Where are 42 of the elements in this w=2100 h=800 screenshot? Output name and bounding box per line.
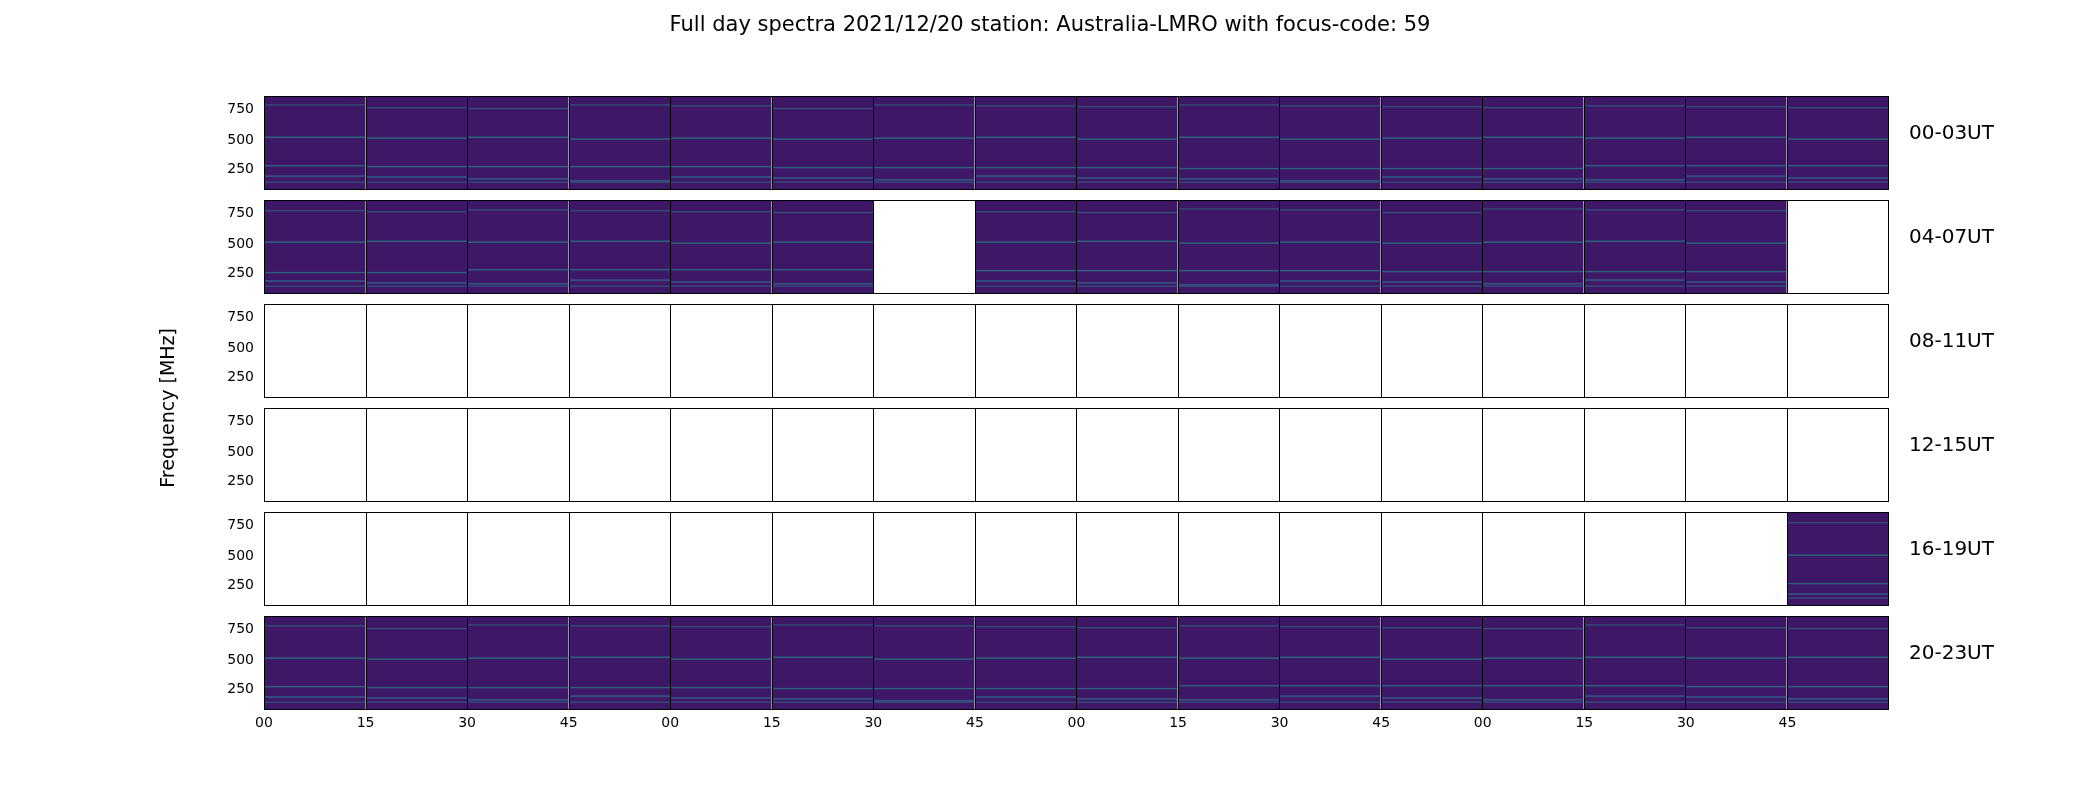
x-tick-label: 00 bbox=[1473, 714, 1492, 730]
y-tick-label: 250 bbox=[227, 577, 254, 592]
figure-title: Full day spectra 2021/12/20 station: Australia-LMRO with focus-code: 59 bbox=[668, 11, 1432, 38]
x-tick-label: 00 bbox=[661, 714, 680, 730]
x-tick-label: 15 bbox=[356, 714, 375, 730]
x-tick-label: 30 bbox=[458, 714, 477, 730]
x-tick-label: 30 bbox=[1676, 714, 1695, 730]
y-tick-label: 250 bbox=[227, 161, 254, 176]
time-range-label: 20-23UT bbox=[1908, 640, 1994, 664]
time-range-label: 08-11UT bbox=[1908, 328, 1994, 352]
time-range-label: 16-19UT bbox=[1908, 536, 1994, 560]
x-tick-label: 15 bbox=[1575, 714, 1594, 730]
x-tick-label: 45 bbox=[559, 714, 578, 730]
y-tick-label: 500 bbox=[227, 444, 254, 459]
x-tick-label: 15 bbox=[762, 714, 781, 730]
time-range-label: 00-03UT bbox=[1908, 120, 1994, 144]
y-tick-label: 250 bbox=[227, 265, 254, 280]
x-tick-label: 45 bbox=[966, 714, 984, 730]
y-tick-label: 500 bbox=[227, 652, 254, 667]
y-tick-label: 500 bbox=[227, 132, 254, 147]
time-range-label: 04-07UT bbox=[1908, 224, 1994, 248]
x-tick-label: 00 bbox=[1067, 714, 1086, 730]
y-tick-label: 750 bbox=[227, 621, 254, 636]
y-tick-label: 500 bbox=[227, 236, 254, 251]
y-tick-label: 250 bbox=[227, 681, 254, 696]
x-tick-label: 00 bbox=[255, 714, 273, 730]
y-tick-label: 750 bbox=[227, 309, 254, 324]
y-tick-label: 250 bbox=[227, 473, 254, 488]
y-tick-label: 750 bbox=[227, 101, 254, 116]
x-tick-label: 30 bbox=[1270, 714, 1289, 730]
y-axis-label: Frequency [MHz] bbox=[156, 328, 178, 488]
x-tick-label: 30 bbox=[864, 714, 883, 730]
y-tick-label: 500 bbox=[227, 548, 254, 563]
y-tick-label: 250 bbox=[227, 369, 254, 384]
x-tick-label: 15 bbox=[1169, 714, 1187, 730]
y-tick-label: 750 bbox=[227, 413, 254, 428]
time-range-label: 12-15UT bbox=[1908, 432, 1994, 456]
x-tick-label: 45 bbox=[1372, 714, 1391, 730]
y-tick-label: 500 bbox=[227, 340, 254, 355]
y-tick-label: 750 bbox=[227, 517, 254, 532]
y-tick-label: 750 bbox=[227, 205, 254, 220]
x-tick-label: 45 bbox=[1778, 714, 1797, 730]
